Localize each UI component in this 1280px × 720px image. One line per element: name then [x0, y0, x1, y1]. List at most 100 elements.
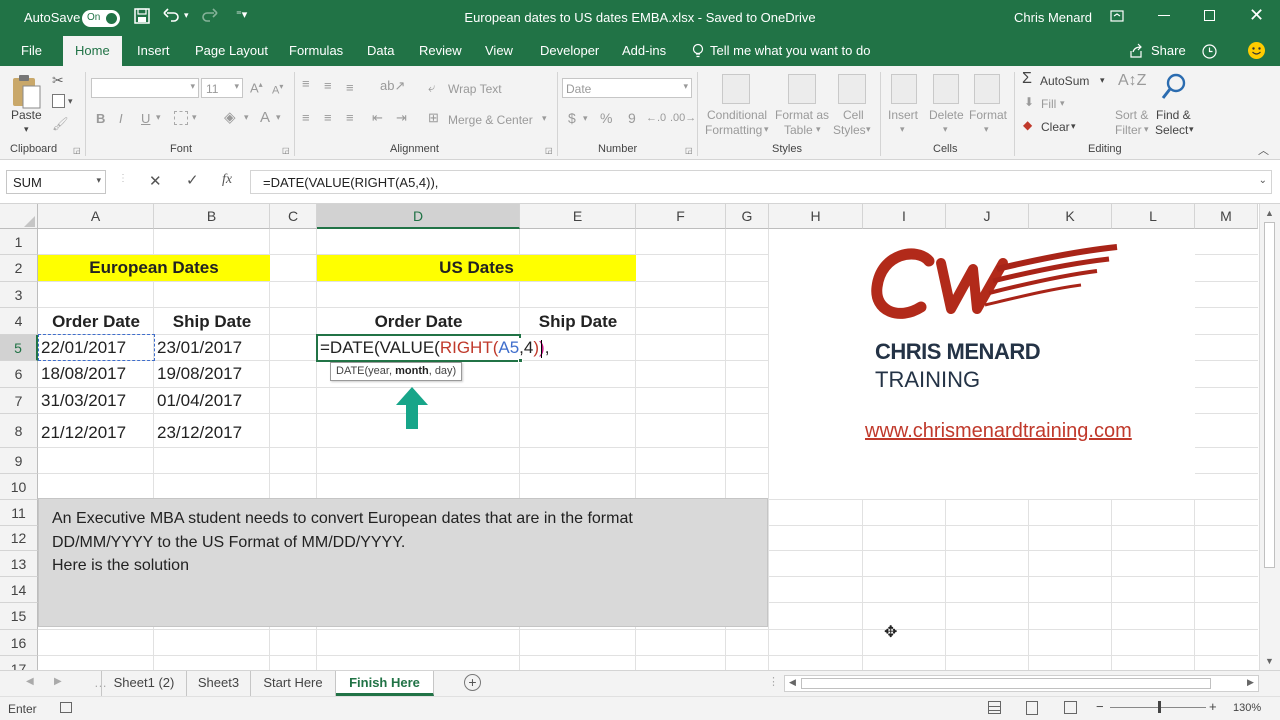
cell-a7[interactable]: 31/03/2017: [41, 391, 126, 411]
scroll-right-icon[interactable]: ▶: [1247, 677, 1254, 688]
increase-font-icon[interactable]: A▴: [250, 80, 263, 95]
cancel-entry-icon[interactable]: ✕: [149, 172, 162, 190]
cell-a6[interactable]: 18/08/2017: [41, 364, 126, 384]
column-header-k[interactable]: K: [1029, 204, 1112, 229]
font-launcher-icon[interactable]: ◲: [282, 146, 290, 155]
insert-cells-button[interactable]: Insert: [888, 108, 918, 122]
column-header-h[interactable]: H: [769, 204, 863, 229]
wrap-text-icon[interactable]: ⤶: [428, 80, 435, 96]
row-header-12[interactable]: 12: [0, 526, 38, 551]
customize-quick-access-icon[interactable]: ⁼▾: [236, 8, 247, 21]
cell-d5-formula[interactable]: =DATE(VALUE(RIGHT(A5,4)),: [320, 338, 553, 358]
column-header-e[interactable]: E: [520, 204, 636, 229]
font-color-dropdown-icon[interactable]: ▾: [276, 112, 281, 123]
copy-dropdown-icon[interactable]: ▾: [68, 96, 73, 107]
delete-cells-icon[interactable]: [933, 74, 959, 104]
tab-home[interactable]: Home: [63, 36, 122, 66]
tab-file[interactable]: File: [21, 36, 42, 66]
vertical-scroll-thumb[interactable]: [1264, 222, 1275, 568]
row-header-5[interactable]: 5: [0, 335, 38, 361]
maximize-icon[interactable]: [1204, 10, 1215, 21]
cell-b8[interactable]: 23/12/2017: [157, 423, 242, 443]
fill-color-icon[interactable]: ◈: [224, 108, 236, 126]
horizontal-scrollbar[interactable]: ◀ ▶: [784, 675, 1259, 692]
row-header-4[interactable]: 4: [0, 308, 38, 335]
column-header-j[interactable]: J: [946, 204, 1029, 229]
borders-dropdown-icon[interactable]: ▾: [192, 112, 197, 123]
clipboard-launcher-icon[interactable]: ◲: [73, 146, 81, 155]
tab-developer[interactable]: Developer: [540, 36, 599, 66]
chevron-down-icon[interactable]: ▾: [943, 124, 948, 135]
share-button[interactable]: Share: [1151, 36, 1186, 66]
horizontal-scroll-thumb[interactable]: [801, 678, 1211, 689]
fill-down-icon[interactable]: ⬇: [1024, 95, 1034, 109]
fill-handle[interactable]: [518, 358, 523, 363]
paste-dropdown-icon[interactable]: ▾: [24, 124, 29, 135]
next-sheet-icon[interactable]: ▶: [54, 676, 62, 687]
tab-formulas[interactable]: Formulas: [289, 36, 343, 66]
close-icon[interactable]: ✕: [1249, 5, 1264, 26]
zoom-slider-thumb[interactable]: [1158, 701, 1161, 713]
number-format-select[interactable]: Date ▾: [562, 78, 692, 98]
cell-b4[interactable]: Ship Date: [154, 312, 270, 332]
cell-b5[interactable]: 23/01/2017: [157, 338, 242, 358]
zoom-in-icon[interactable]: +: [1209, 699, 1217, 714]
us-dates-header[interactable]: US Dates: [317, 255, 636, 281]
eraser-icon[interactable]: ◆: [1023, 118, 1032, 132]
tab-add-ins[interactable]: Add-ins: [622, 36, 666, 66]
user-name[interactable]: Chris Menard: [1014, 10, 1092, 25]
zoom-out-icon[interactable]: −: [1096, 699, 1104, 714]
cell-d4[interactable]: Order Date: [317, 312, 520, 332]
previous-sheet-icon[interactable]: ◀: [26, 676, 34, 687]
italic-button[interactable]: I: [119, 111, 123, 126]
confirm-entry-icon[interactable]: ✓: [186, 171, 199, 189]
alignment-launcher-icon[interactable]: ◲: [545, 146, 553, 155]
row-header-8[interactable]: 8: [0, 414, 38, 448]
undo-icon[interactable]: [163, 7, 181, 26]
chevron-down-icon[interactable]: ▾: [866, 124, 871, 135]
chevron-down-icon[interactable]: ▾: [1189, 124, 1194, 135]
collapse-ribbon-icon[interactable]: ︿: [1258, 142, 1269, 158]
tab-review[interactable]: Review: [419, 36, 462, 66]
row-header-15[interactable]: 15: [0, 603, 38, 630]
chevron-down-icon[interactable]: ▾: [1144, 124, 1149, 135]
row-header-10[interactable]: 10: [0, 474, 38, 500]
logo-website-link[interactable]: www.chrismenardtraining.com: [865, 420, 1132, 443]
fill-button[interactable]: Fill: [1041, 97, 1056, 111]
row-header-11[interactable]: 11: [0, 500, 38, 526]
scroll-left-icon[interactable]: ◀: [789, 677, 796, 688]
decrease-font-icon[interactable]: A▾: [272, 82, 283, 97]
font-size-box[interactable]: 11 ▾: [201, 78, 243, 98]
column-header-f[interactable]: F: [636, 204, 726, 229]
autosave-toggle[interactable]: On: [82, 10, 120, 27]
column-header-m[interactable]: M: [1195, 204, 1258, 229]
borders-icon[interactable]: [174, 111, 188, 125]
cut-icon[interactable]: ✂: [52, 72, 64, 89]
decrease-indent-icon[interactable]: ⇤: [372, 110, 383, 126]
european-dates-header[interactable]: European Dates: [38, 255, 270, 281]
tab-insert[interactable]: Insert: [137, 36, 170, 66]
chevron-down-icon[interactable]: ▾: [816, 124, 821, 135]
vertical-scrollbar[interactable]: ▲ ▼: [1259, 204, 1280, 670]
find-select-icon[interactable]: [1160, 72, 1188, 105]
normal-view-icon[interactable]: [988, 701, 1001, 714]
font-name-box[interactable]: ▾: [91, 78, 199, 98]
share-icon[interactable]: [1128, 43, 1144, 62]
find-select-button[interactable]: Find &: [1156, 108, 1191, 122]
minimize-icon[interactable]: [1158, 15, 1170, 16]
cell-a5[interactable]: 22/01/2017: [41, 338, 126, 358]
page-break-view-icon[interactable]: [1064, 701, 1077, 714]
format-cells-button[interactable]: Format: [969, 108, 1007, 122]
ribbon-display-options-icon[interactable]: [1110, 9, 1124, 26]
scroll-down-icon[interactable]: ▼: [1265, 656, 1274, 666]
row-header-17[interactable]: 17: [0, 656, 38, 670]
add-sheet-icon[interactable]: +: [464, 674, 481, 691]
redo-icon[interactable]: [200, 7, 218, 26]
zoom-level[interactable]: 130%: [1233, 702, 1261, 714]
fill-dropdown-icon[interactable]: ▾: [1060, 98, 1065, 109]
sheet-tab-finish-here[interactable]: Finish Here: [336, 671, 434, 696]
delete-cells-button[interactable]: Delete: [929, 108, 964, 122]
column-header-g[interactable]: G: [726, 204, 769, 229]
currency-dropdown-icon[interactable]: ▾: [583, 113, 588, 124]
autosum-button[interactable]: AutoSum: [1040, 74, 1089, 88]
